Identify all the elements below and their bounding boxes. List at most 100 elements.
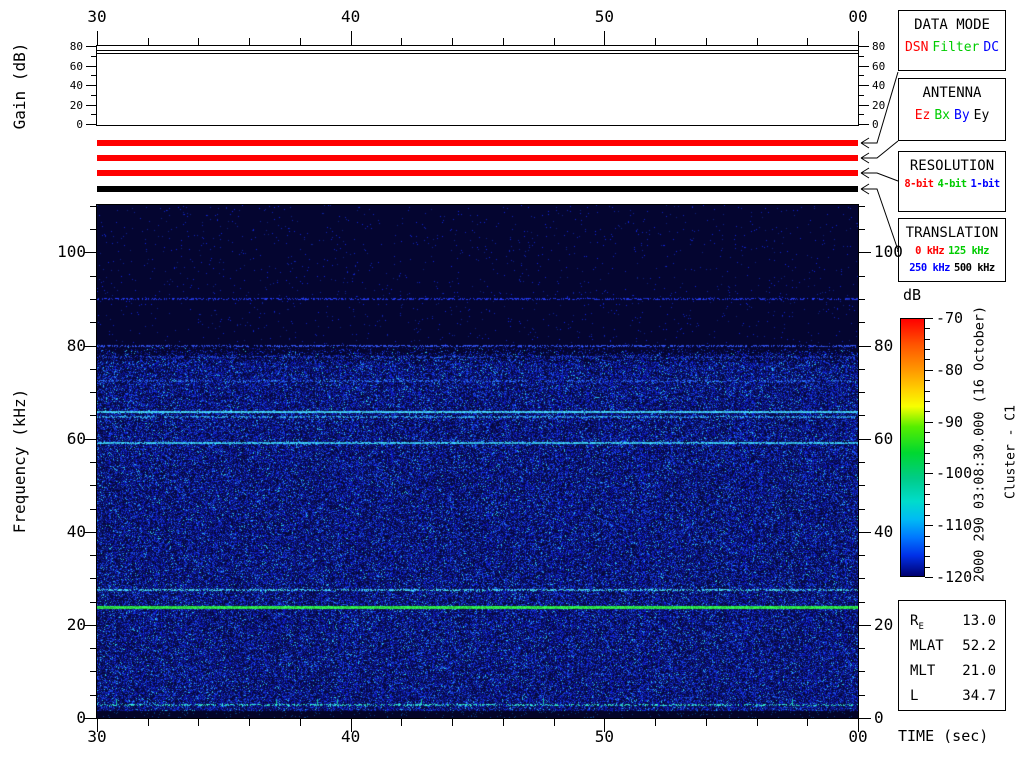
axis-tick <box>90 671 96 673</box>
axis-tick <box>859 345 871 347</box>
axis-tick <box>198 719 200 726</box>
legend-item: Bx <box>934 108 950 123</box>
legend-item: 4-bit <box>937 178 967 190</box>
l-value: 34.7 <box>962 688 996 704</box>
axis-tick-label: 0 <box>874 708 884 727</box>
axis-tick <box>90 392 96 394</box>
axis-tick <box>299 719 301 726</box>
axis-tick-label: 40 <box>341 727 361 746</box>
colorbar-db-label: dB <box>903 286 922 304</box>
axis-tick <box>655 719 657 726</box>
axis-tick <box>925 359 930 361</box>
data-mode-bar <box>97 140 858 146</box>
legend-item: 0 kHz <box>915 245 945 257</box>
gain-trace-line-1 <box>97 49 858 51</box>
antenna-panel: ANTENNA Ez Bx By Ey <box>898 78 1006 141</box>
axis-tick <box>90 578 96 580</box>
axis-tick <box>91 55 96 57</box>
axis-tick <box>925 318 933 319</box>
axis-tick-label: -90 <box>936 412 964 431</box>
axis-tick-label: 80 <box>66 335 86 355</box>
axis-tick <box>97 31 98 46</box>
axis-tick-label: 30 <box>87 7 107 26</box>
antenna-bar <box>97 155 858 161</box>
axis-tick <box>90 415 96 417</box>
legend-item: 250 kHz <box>909 261 950 274</box>
axis-tick <box>807 719 809 726</box>
axis-tick-label: 00 <box>848 7 868 26</box>
axis-tick <box>86 65 96 67</box>
axis-tick <box>90 229 96 231</box>
axis-tick-label: 20 <box>69 98 83 112</box>
axis-tick <box>147 719 149 726</box>
frequency-axis-label: Frequency (kHz) <box>10 388 29 534</box>
axis-tick <box>859 508 865 510</box>
ephemeris-row-mlt: MLT 21.0 <box>910 664 996 682</box>
axis-tick-label: 20 <box>66 614 86 634</box>
axis-tick <box>925 421 933 423</box>
axis-tick <box>452 38 454 46</box>
axis-tick <box>90 508 96 510</box>
axis-tick <box>90 461 96 463</box>
axis-tick <box>604 31 606 46</box>
axis-tick <box>925 380 930 382</box>
axis-tick <box>859 104 869 106</box>
axis-tick <box>91 114 96 116</box>
axis-tick-label: 30 <box>87 727 107 746</box>
legend-row: DSN Filter DC <box>899 41 1005 54</box>
axis-tick <box>90 275 96 277</box>
axis-tick <box>925 566 930 568</box>
spectrogram-canvas <box>97 205 858 718</box>
axis-tick-label: 60 <box>69 59 83 73</box>
axis-tick <box>925 525 933 527</box>
axis-tick-label: 100 <box>57 242 86 262</box>
axis-tick <box>925 577 933 578</box>
axis-tick <box>859 578 865 580</box>
axis-tick <box>859 485 865 487</box>
spacecraft-annotation: Cluster - C1 <box>1003 405 1019 499</box>
axis-tick <box>401 38 403 46</box>
data-mode-title: DATA MODE <box>914 17 990 33</box>
legend-row: Ez Bx By Ey <box>899 109 1005 122</box>
axis-tick <box>858 31 859 46</box>
axis-tick <box>859 124 869 125</box>
legend-row: 0 kHz 125 kHz <box>899 246 1005 257</box>
re-value: 13.0 <box>962 613 996 629</box>
axis-tick <box>859 85 869 86</box>
axis-tick <box>553 719 555 726</box>
axis-tick-label: 20 <box>874 614 894 634</box>
axis-tick <box>502 38 504 46</box>
axis-tick <box>859 114 864 116</box>
axis-tick <box>925 338 930 340</box>
axis-tick <box>859 694 865 696</box>
axis-tick-label: 40 <box>66 521 86 541</box>
translation-bar <box>97 186 858 192</box>
axis-tick <box>925 483 930 485</box>
ephemeris-row-re: RE 13.0 <box>910 613 996 632</box>
axis-tick <box>925 463 930 465</box>
axis-tick <box>859 392 865 394</box>
axis-tick-label: -120 <box>936 568 973 586</box>
legend-item: Ez <box>914 108 931 123</box>
axis-tick-label: 50 <box>594 727 614 746</box>
axis-tick <box>859 648 865 650</box>
legend-item: Ey <box>973 108 990 123</box>
axis-tick <box>925 431 930 433</box>
axis-tick-label: 0 <box>76 708 86 727</box>
axis-tick <box>925 442 930 444</box>
axis-tick <box>90 299 96 301</box>
axis-tick <box>925 535 930 537</box>
axis-tick <box>401 719 403 726</box>
axis-tick-label: 0 <box>872 118 879 131</box>
axis-tick-label: 40 <box>341 7 361 26</box>
legend-item: DC <box>983 40 1000 55</box>
axis-tick-label: 40 <box>874 521 894 541</box>
axis-tick <box>859 94 864 96</box>
axis-tick <box>925 504 930 506</box>
axis-tick <box>756 38 758 46</box>
axis-tick <box>91 75 96 77</box>
data-mode-panel: DATA MODE DSN Filter DC <box>898 10 1006 71</box>
axis-tick <box>859 368 865 370</box>
axis-tick <box>859 415 865 417</box>
axis-tick <box>90 601 96 603</box>
